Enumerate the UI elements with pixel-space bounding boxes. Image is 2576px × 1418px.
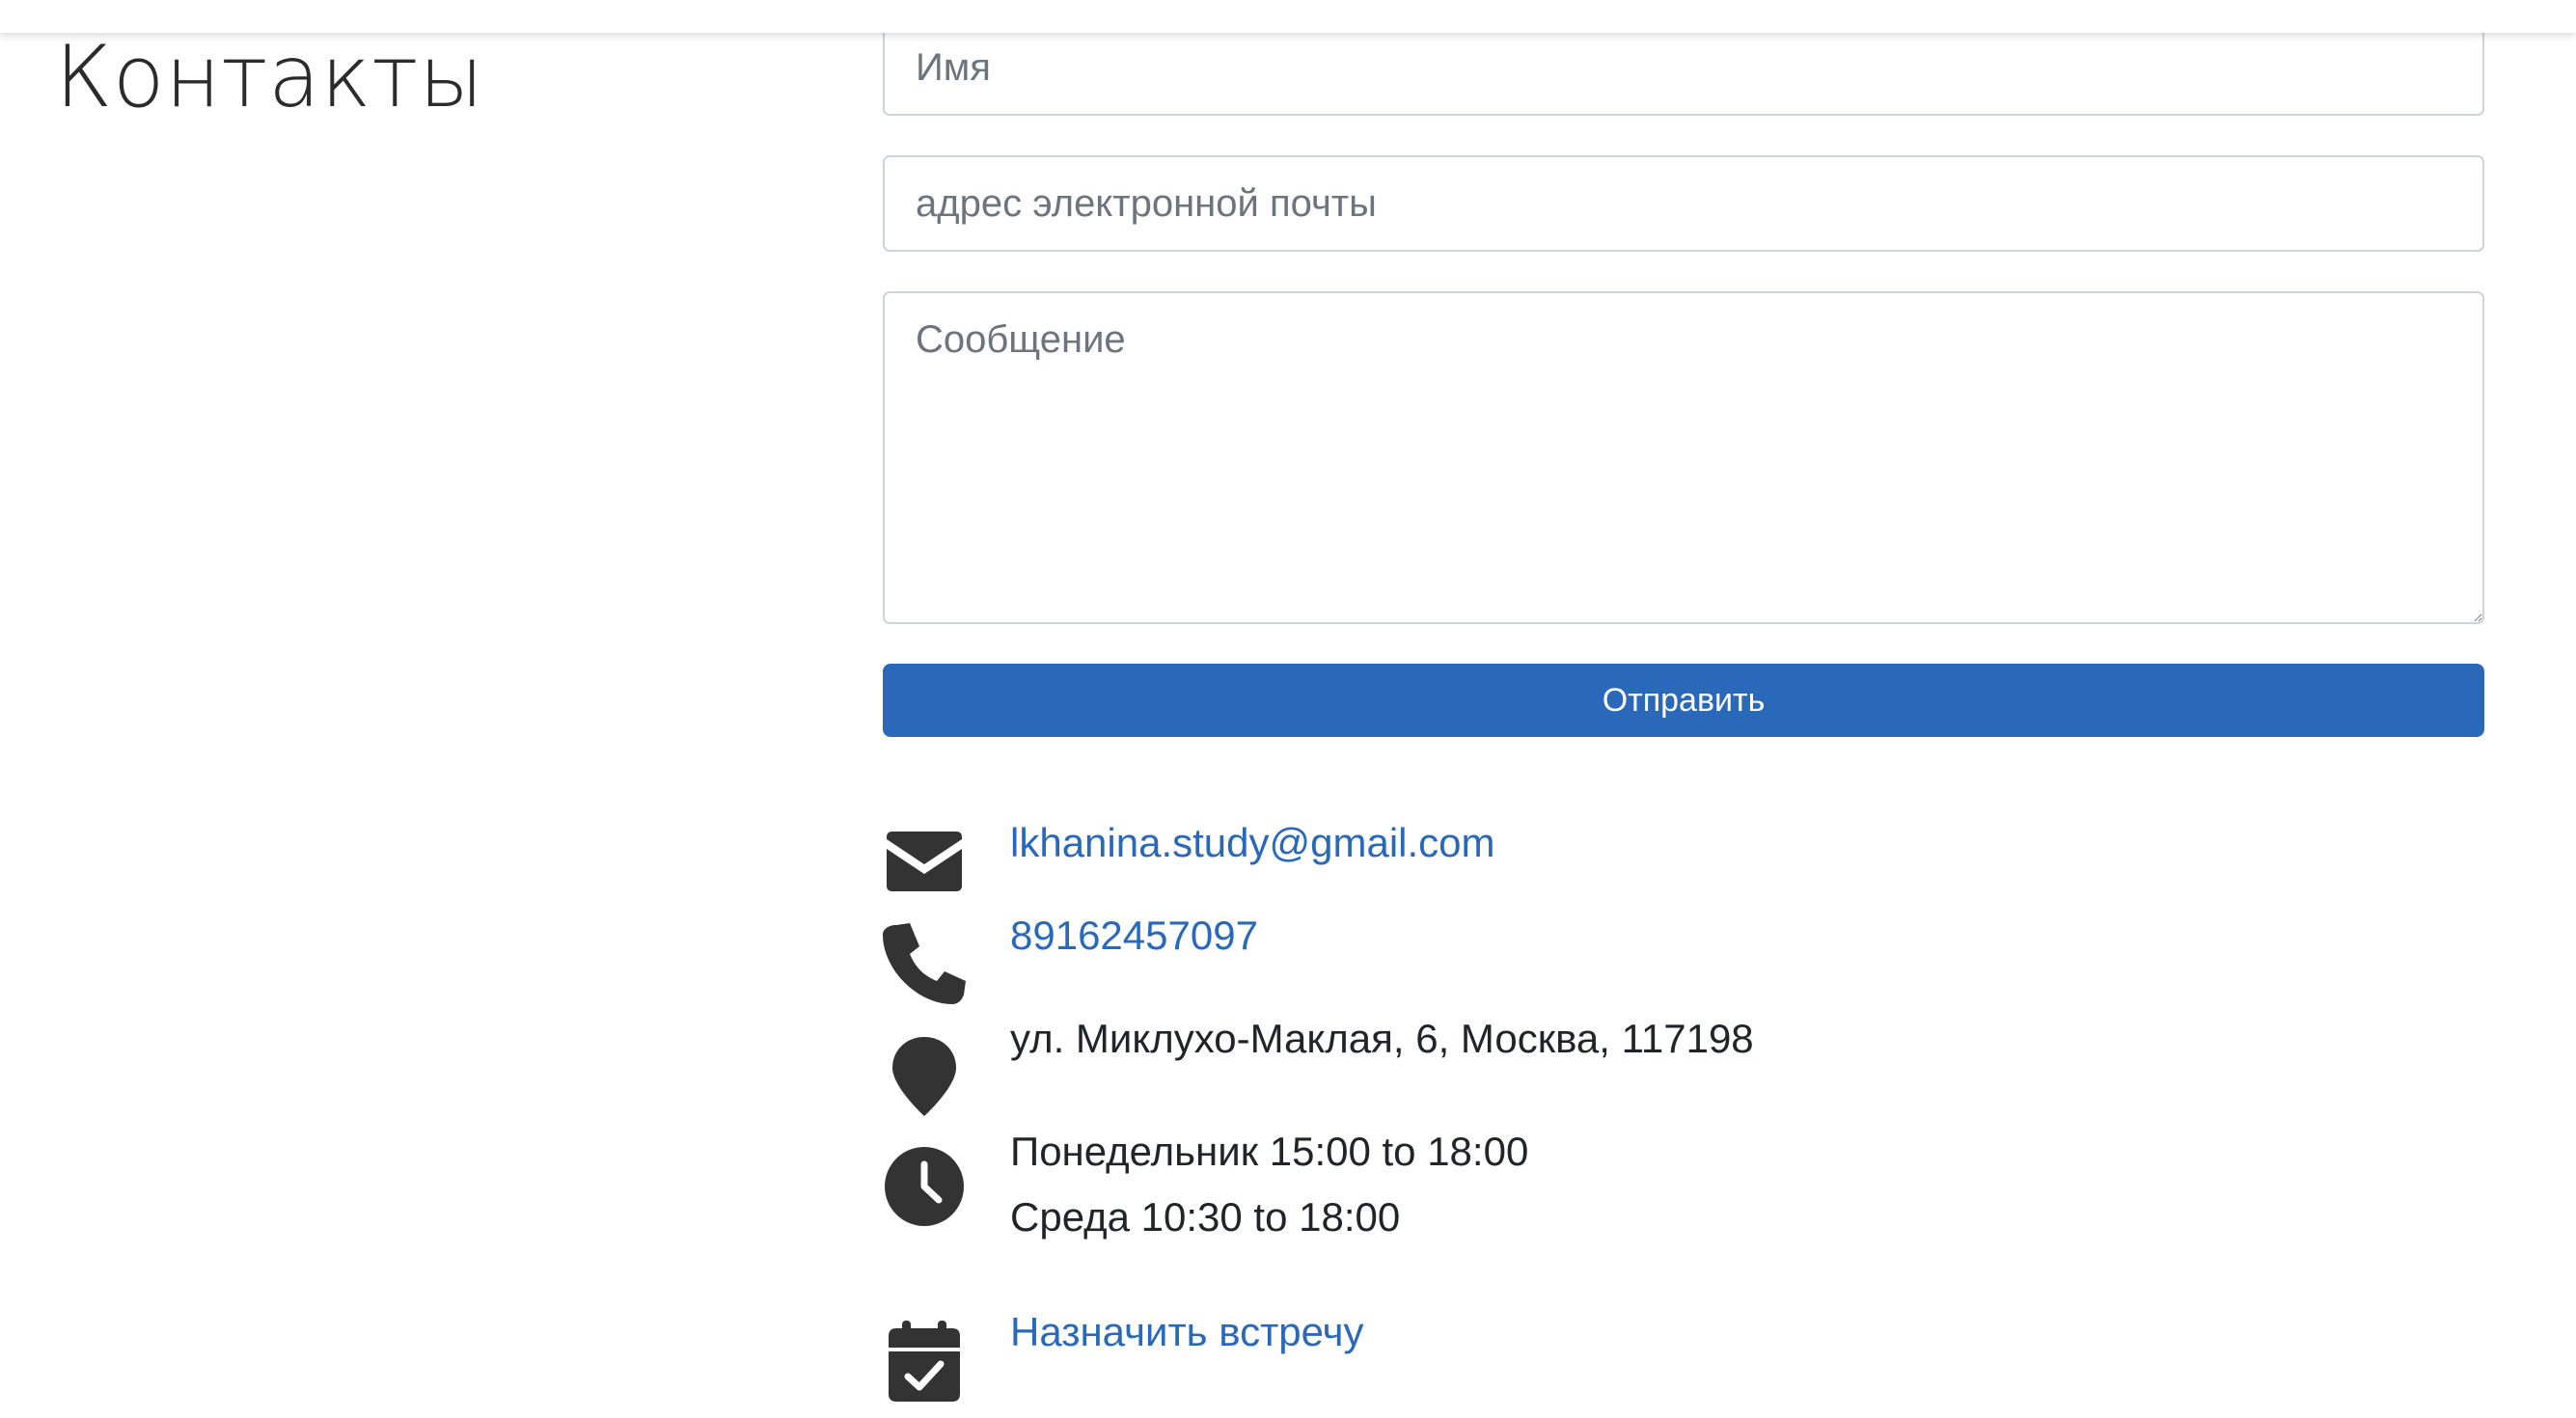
calendar-check-icon	[889, 1321, 960, 1402]
top-navbar	[0, 0, 2576, 33]
message-textarea[interactable]	[883, 291, 2484, 624]
phone-icon	[883, 923, 966, 1004]
name-input[interactable]	[883, 19, 2484, 116]
map-pin-icon	[892, 1037, 956, 1116]
phone-link[interactable]: 89162457097	[1010, 903, 1258, 968]
contact-row-address: ул. Миклухо-Маклая, 6, Москва, 117198	[883, 1016, 2484, 1122]
contact-row-phone: 89162457097	[883, 913, 2484, 1008]
page-title: Контакты	[55, 27, 484, 126]
clock-icon	[885, 1147, 964, 1226]
address-text: ул. Миклухо-Маклая, 6, Москва, 117198	[1010, 1016, 1754, 1061]
submit-button[interactable]: Отправить	[883, 664, 2484, 737]
hours-line-2: Среда 10:30 to 18:00	[1010, 1194, 1401, 1240]
contact-row-email: lkhanina.study@gmail.com	[883, 820, 2484, 897]
contact-row-hours: Понедельник 15:00 to 18:00 Среда 10:30 t…	[883, 1129, 2484, 1290]
contact-row-meeting: Назначить встречу	[883, 1309, 2484, 1405]
envelope-icon	[887, 832, 962, 891]
email-input[interactable]	[883, 155, 2484, 252]
schedule-meeting-link[interactable]: Назначить встречу	[1010, 1299, 1364, 1365]
hours-line-1: Понедельник 15:00 to 18:00	[1010, 1129, 1529, 1174]
email-link[interactable]: lkhanina.study@gmail.com	[1010, 810, 1495, 876]
